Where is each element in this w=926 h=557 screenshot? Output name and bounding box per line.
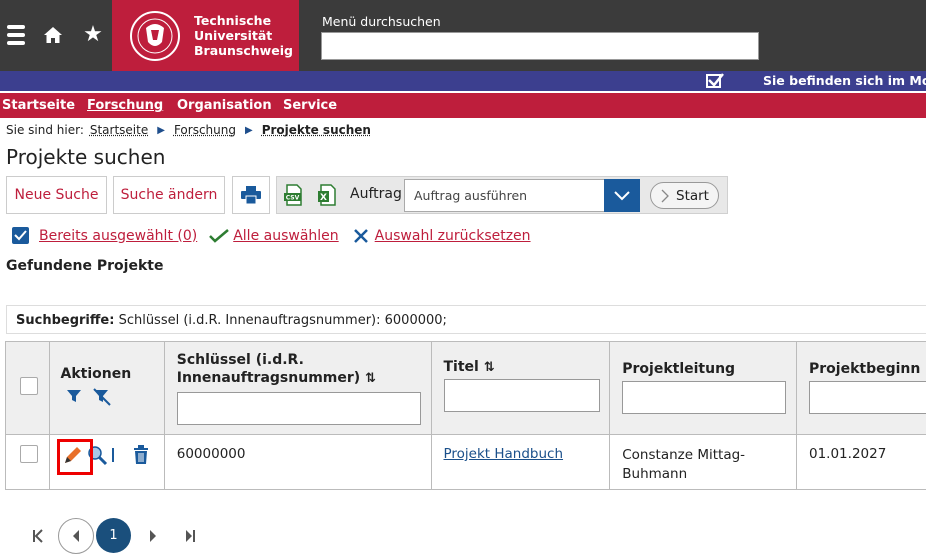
- select-all-link[interactable]: Alle auswählen: [233, 228, 338, 244]
- cell-projektleitung-line1: Constanze Mittag-: [622, 447, 746, 463]
- titel-filter-input[interactable]: [443, 379, 600, 412]
- project-title-link[interactable]: Projekt Handbuch: [444, 446, 564, 462]
- breadcrumb-startseite[interactable]: Startseite: [90, 123, 148, 137]
- projektbeginn-filter-input[interactable]: [809, 381, 926, 414]
- previous-page-button[interactable]: [58, 518, 94, 554]
- edit-highlight-box: [57, 439, 93, 475]
- chevron-down-icon[interactable]: [604, 179, 640, 212]
- csv-export-icon[interactable]: CSV: [283, 184, 305, 206]
- svg-text:CSV: CSV: [286, 195, 300, 202]
- nav-item-startseite[interactable]: Startseite: [2, 98, 75, 113]
- printer-icon: [241, 186, 261, 204]
- module-info-text: Sie befinden sich im Modu: [763, 73, 926, 88]
- cell-schluessel: 60000000: [163, 434, 432, 490]
- chevron-right-icon: ▶: [157, 124, 165, 136]
- main-nav: Startseite Forschung Organisation Servic…: [0, 91, 926, 118]
- modify-search-button[interactable]: Suche ändern: [113, 176, 225, 214]
- header-aktionen-label: Aktionen: [60, 366, 132, 382]
- schluessel-filter-input[interactable]: [176, 392, 421, 425]
- header-schluessel: Schlüssel (i.d.R. Innenauftragsnummer) ⇅: [163, 341, 432, 435]
- reset-selection-link[interactable]: Auswahl zurücksetzen: [375, 228, 531, 244]
- start-button-label: Start: [676, 187, 709, 204]
- breadcrumb-current: Projekte suchen: [261, 123, 371, 137]
- play-chevron-icon: [661, 189, 669, 202]
- header-aktionen: Aktionen: [48, 341, 165, 435]
- select-all-checkbox[interactable]: [20, 377, 38, 395]
- selection-row: Bereits ausgewählt (0) Alle auswählen Au…: [12, 227, 531, 244]
- print-button[interactable]: [232, 176, 270, 214]
- page-title: Projekte suchen: [6, 145, 166, 169]
- new-search-button[interactable]: Neue Suche: [6, 176, 107, 214]
- section-title: Gefundene Projekte: [6, 258, 164, 274]
- last-page-icon[interactable]: [182, 527, 198, 545]
- cell-projektleitung: Constanze Mittag- Buhmann: [609, 434, 797, 490]
- projektleitung-filter-input[interactable]: [622, 381, 787, 414]
- trash-icon[interactable]: [132, 445, 150, 465]
- menu-icon[interactable]: [4, 22, 28, 48]
- export-toolbar: CSV X Auftrag Auftrag ausführen Start: [276, 176, 728, 214]
- module-checkbox-icon[interactable]: [706, 73, 724, 88]
- module-bar: Sie befinden sich im Modu: [0, 71, 926, 91]
- nav-item-forschung[interactable]: Forschung: [87, 98, 163, 113]
- cell-projektbeginn: 01.01.2027: [796, 434, 926, 490]
- top-bar: ★ Technische Universität Braunschweig Me…: [0, 0, 926, 71]
- auftrag-label: Auftrag: [350, 186, 402, 202]
- nav-item-organisation[interactable]: Organisation: [177, 98, 272, 113]
- checkmark-icon: [209, 228, 230, 243]
- close-x-icon: [353, 228, 368, 243]
- checkbox-checked-icon: [12, 227, 29, 244]
- nav-item-service[interactable]: Service: [283, 98, 337, 113]
- page-button-current[interactable]: 1: [96, 518, 131, 553]
- search-terms-label: Suchbegriffe:: [16, 313, 115, 328]
- header-titel-label: Titel: [443, 359, 479, 375]
- already-selected-link[interactable]: Bereits ausgewählt (0): [39, 228, 197, 244]
- tu-braunschweig-logo[interactable]: Technische Universität Braunschweig: [112, 0, 299, 71]
- breadcrumb-prefix: Sie sind hier:: [6, 123, 84, 137]
- filter-icon[interactable]: [66, 388, 82, 404]
- chevron-left-icon: [73, 530, 79, 542]
- table-row: 60000000 Projekt Handbuch Constanze Mitt…: [5, 434, 926, 490]
- header-projektleitung-label: Projektleitung: [622, 361, 736, 377]
- sort-icon[interactable]: ⇅: [484, 360, 495, 375]
- header-titel: Titel ⇅: [430, 341, 611, 435]
- results-table: Aktionen Schlüssel (i.d.R. Innenauftrags…: [5, 341, 926, 490]
- clear-filter-icon[interactable]: [92, 388, 112, 406]
- university-seal-icon: [130, 10, 180, 61]
- header-select-cell: [5, 341, 50, 435]
- start-button[interactable]: Start: [650, 182, 719, 209]
- cell-titel: Projekt Handbuch: [430, 434, 611, 490]
- svg-text:X: X: [320, 193, 327, 203]
- excel-export-icon[interactable]: X: [317, 184, 339, 206]
- header-projektbeginn: Projektbeginn: [796, 341, 926, 435]
- next-page-icon[interactable]: [146, 527, 160, 545]
- search-label: Menü durchsuchen: [322, 14, 441, 29]
- logo-line-3: Braunschweig: [194, 43, 293, 58]
- first-page-icon[interactable]: [30, 527, 46, 545]
- cell-schluessel-value: 60000000: [176, 446, 246, 462]
- home-icon[interactable]: [41, 22, 65, 48]
- search-terms-value: Schlüssel (i.d.R. Innenauftragsnummer): …: [118, 313, 447, 328]
- favorites-star-icon[interactable]: ★: [81, 22, 105, 48]
- cell-projektbeginn-value: 01.01.2027: [809, 446, 887, 462]
- logo-line-1: Technische: [194, 13, 272, 28]
- logo-line-2: Universität: [194, 28, 273, 43]
- row-checkbox[interactable]: [20, 445, 38, 463]
- breadcrumb-forschung[interactable]: Forschung: [174, 123, 236, 137]
- row-select-cell: [5, 434, 50, 490]
- header-projektleitung: Projektleitung: [609, 341, 797, 435]
- cell-projektleitung-line2: Buhmann: [622, 466, 688, 482]
- sort-icon[interactable]: ⇅: [365, 371, 376, 386]
- header-schluessel-line1: Schlüssel (i.d.R.: [176, 352, 304, 368]
- chevron-right-icon: ▶: [244, 124, 253, 136]
- menu-search-input[interactable]: [321, 32, 759, 60]
- header-projektbeginn-label: Projektbeginn: [809, 361, 921, 377]
- breadcrumb: Sie sind hier: Startseite ▶ Forschung ▶ …: [6, 123, 371, 137]
- header-schluessel-line2: Innenauftragsnummer): [176, 370, 361, 386]
- action-separator: [111, 448, 114, 462]
- table-header-row: Aktionen Schlüssel (i.d.R. Innenauftrags…: [5, 341, 926, 435]
- search-terms-box: Suchbegriffe: Schlüssel (i.d.R. Innenauf…: [6, 305, 926, 334]
